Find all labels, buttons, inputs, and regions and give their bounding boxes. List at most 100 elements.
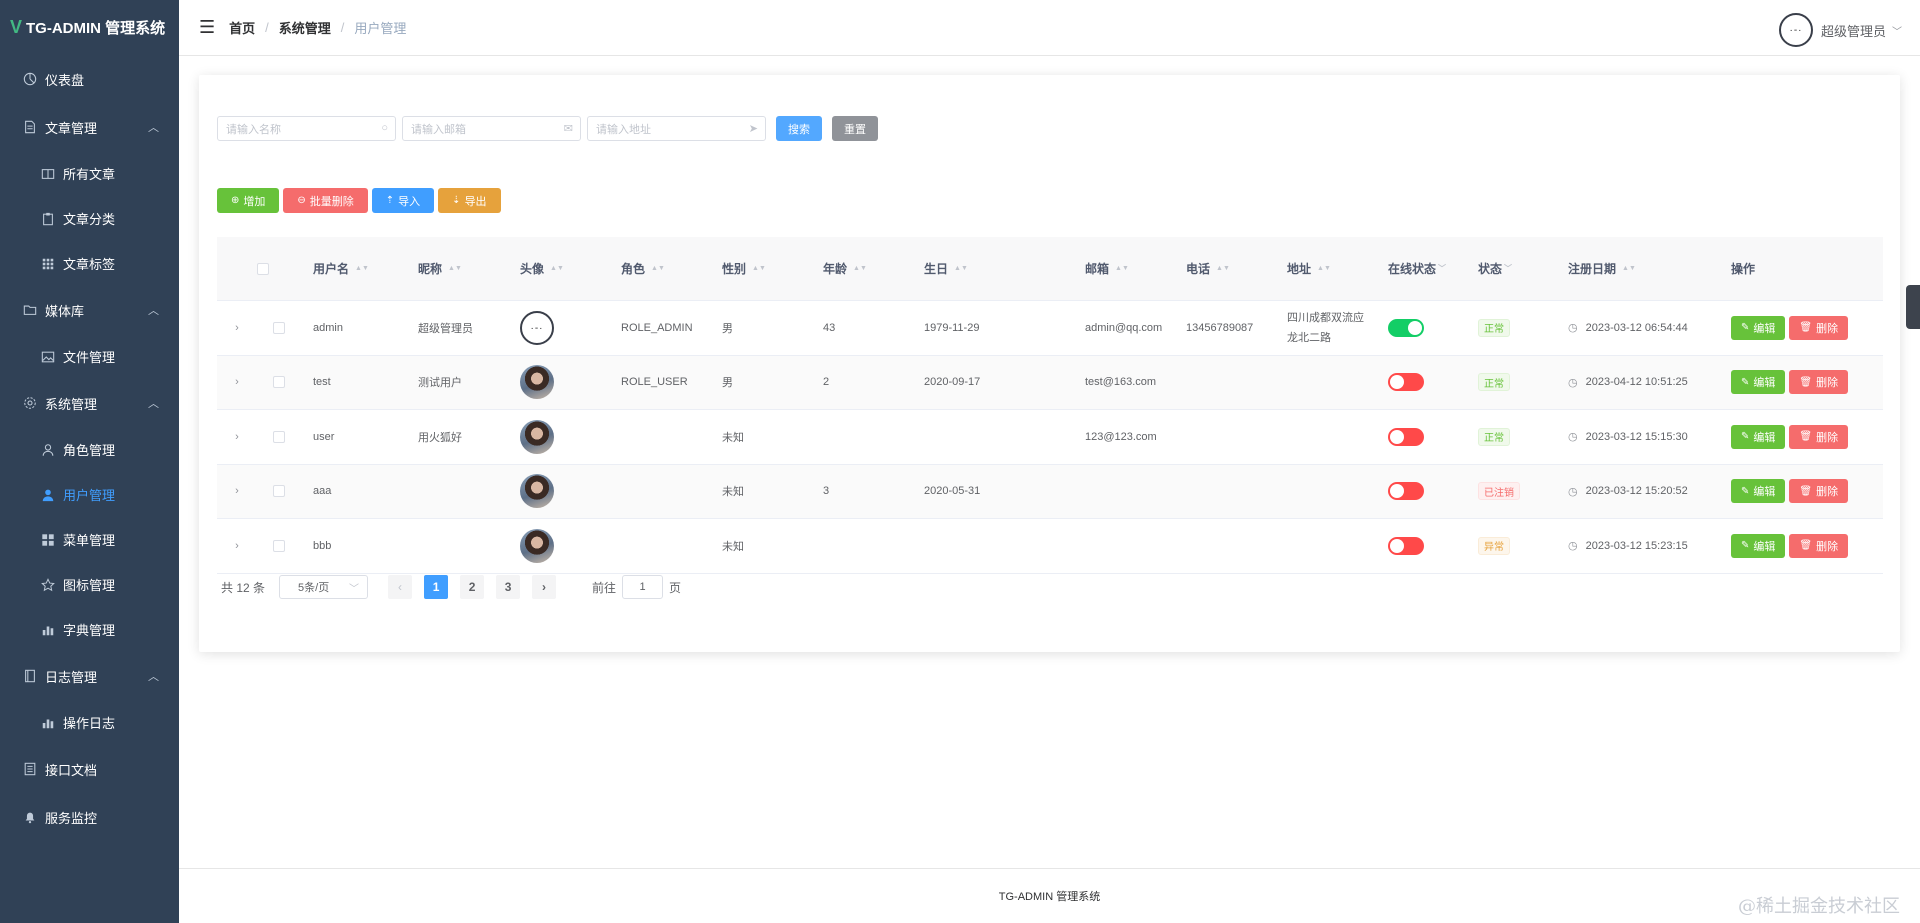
address-search-input[interactable]: 请输入地址 ➤ bbox=[587, 116, 766, 141]
sidebar-item-files[interactable]: 文件管理 bbox=[0, 334, 179, 379]
online-switch[interactable] bbox=[1388, 373, 1424, 392]
breadcrumb-home[interactable]: 首页 bbox=[229, 18, 255, 37]
col-header-avatar[interactable]: 头像 ▲▼ bbox=[520, 260, 621, 277]
folder-icon bbox=[22, 302, 38, 318]
sort-icon[interactable]: ▲▼ bbox=[853, 265, 867, 272]
page-size-select[interactable]: 5条/页 ﹀ bbox=[279, 575, 369, 599]
online-switch[interactable] bbox=[1388, 536, 1424, 555]
add-button[interactable]: ⊕ 增加 bbox=[217, 188, 280, 213]
chevron-right-icon[interactable]: › bbox=[235, 431, 239, 443]
online-switch[interactable] bbox=[1388, 427, 1424, 446]
row-checkbox[interactable] bbox=[273, 376, 285, 389]
sidebar-item-users[interactable]: 用户管理 bbox=[0, 472, 179, 517]
email-search-input[interactable]: 请输入邮箱 ✉ bbox=[402, 116, 581, 141]
edit-button[interactable]: ✎ 编辑 bbox=[1731, 533, 1786, 558]
online-switch[interactable] bbox=[1388, 482, 1424, 501]
app-title: TG-ADMIN 管理系统 bbox=[26, 20, 166, 37]
edit-button[interactable]: ✎ 编辑 bbox=[1731, 370, 1786, 395]
sidebar-item-monitor[interactable]: 服务监控 bbox=[0, 793, 179, 841]
breadcrumb-system[interactable]: 系统管理 bbox=[279, 18, 331, 37]
export-button[interactable]: ⇣ 导出 bbox=[438, 188, 501, 213]
chevron-right-icon[interactable]: › bbox=[235, 540, 239, 552]
prev-page-button[interactable]: ‹ bbox=[388, 575, 413, 599]
edit-button[interactable]: ✎ 编辑 bbox=[1731, 424, 1786, 449]
sidebar-item-all-articles[interactable]: 所有文章 bbox=[0, 151, 179, 196]
sort-icon[interactable]: ▲▼ bbox=[448, 265, 462, 272]
row-checkbox[interactable] bbox=[273, 539, 285, 552]
sidebar-item-roles[interactable]: 角色管理 bbox=[0, 427, 179, 472]
sort-icon[interactable]: ▲▼ bbox=[355, 265, 369, 272]
col-header-online[interactable]: 在线状态 ﹀ bbox=[1388, 260, 1478, 277]
chevron-right-icon[interactable]: › bbox=[235, 485, 239, 497]
hamburger-icon[interactable]: ☰ bbox=[199, 17, 215, 38]
sidebar-item-system[interactable]: 系统管理 ︿ bbox=[0, 379, 179, 427]
select-cell bbox=[257, 539, 313, 552]
delete-button[interactable]: 🗑 删除 bbox=[1789, 533, 1849, 558]
search-button[interactable]: 搜索 bbox=[776, 116, 822, 141]
col-header-created[interactable]: 注册日期 ▲▼ bbox=[1568, 260, 1731, 277]
sidebar-item-dict[interactable]: 字典管理 bbox=[0, 607, 179, 652]
col-header-nickname[interactable]: 昵称 ▲▼ bbox=[418, 260, 520, 277]
page-1-button[interactable]: 1 bbox=[424, 575, 449, 599]
filter-chevron-icon[interactable]: ﹀ bbox=[1438, 263, 1446, 274]
sort-icon[interactable]: ▲▼ bbox=[1115, 265, 1129, 272]
sort-icon[interactable]: ▲▼ bbox=[1317, 265, 1331, 272]
col-header-birthday[interactable]: 生日 ▲▼ bbox=[924, 260, 1085, 277]
name-search-input[interactable]: 请输入名称 ○ bbox=[217, 116, 396, 141]
next-page-button[interactable]: › bbox=[532, 575, 557, 599]
col-header-address[interactable]: 地址 ▲▼ bbox=[1287, 260, 1388, 277]
sidebar-item-logs[interactable]: 日志管理 ︿ bbox=[0, 652, 179, 700]
sidebar-item-articles[interactable]: 文章管理 ︿ bbox=[0, 103, 179, 151]
sort-icon[interactable]: ▲▼ bbox=[1622, 265, 1636, 272]
col-header-username[interactable]: 用户名 ▲▼ bbox=[313, 260, 418, 277]
col-header-role[interactable]: 角色 ▲▼ bbox=[621, 260, 722, 277]
col-header-gender[interactable]: 性别 ▲▼ bbox=[722, 260, 823, 277]
sidebar-item-icons[interactable]: 图标管理 bbox=[0, 562, 179, 607]
col-header-status[interactable]: 状态 ﹀ bbox=[1478, 260, 1568, 277]
row-checkbox[interactable] bbox=[273, 485, 285, 498]
delete-button[interactable]: 🗑 删除 bbox=[1789, 424, 1849, 449]
batch-delete-button[interactable]: ⊖ 批量删除 bbox=[283, 188, 368, 213]
delete-button[interactable]: 🗑 删除 bbox=[1789, 315, 1849, 340]
col-header-age[interactable]: 年龄 ▲▼ bbox=[823, 260, 924, 277]
chevron-right-icon[interactable]: › bbox=[235, 376, 239, 388]
col-header-phone[interactable]: 电话 ▲▼ bbox=[1186, 260, 1287, 277]
import-button[interactable]: ⇡ 导入 bbox=[371, 188, 435, 213]
cell-age: 43 bbox=[823, 321, 836, 334]
page-2-button[interactable]: 2 bbox=[460, 575, 485, 599]
sort-icon[interactable]: ▲▼ bbox=[954, 265, 968, 272]
sidebar-item-article-tags[interactable]: 文章标签 bbox=[0, 241, 179, 286]
page-3-button[interactable]: 3 bbox=[496, 575, 521, 599]
settings-drawer-handle[interactable] bbox=[1906, 285, 1920, 329]
filter-chevron-icon[interactable]: ﹀ bbox=[1504, 263, 1512, 274]
sidebar-item-menus[interactable]: 菜单管理 bbox=[0, 517, 179, 562]
bar-chart-icon bbox=[40, 622, 56, 638]
sidebar-item-dashboard[interactable]: 仪表盘 bbox=[0, 55, 179, 103]
user-dropdown[interactable]: ·-· 超级管理员 ﹀ bbox=[1778, 13, 1902, 47]
row-checkbox[interactable] bbox=[273, 430, 285, 443]
goto-suffix: 页 bbox=[669, 580, 682, 595]
sort-icon[interactable]: ▲▼ bbox=[550, 265, 564, 272]
status-badge: 异常 bbox=[1478, 536, 1510, 555]
sidebar-item-api-docs[interactable]: 接口文档 bbox=[0, 745, 179, 793]
col-header-email[interactable]: 邮箱 ▲▼ bbox=[1085, 260, 1186, 277]
sort-icon[interactable]: ▲▼ bbox=[752, 265, 766, 272]
sort-icon[interactable]: ▲▼ bbox=[651, 265, 665, 272]
goto-page-input[interactable]: 1 bbox=[622, 575, 664, 599]
delete-button[interactable]: 🗑 删除 bbox=[1789, 370, 1849, 395]
online-switch[interactable] bbox=[1388, 318, 1424, 337]
app-logo[interactable]: V TG-ADMIN 管理系统 bbox=[0, 0, 179, 55]
sidebar-item-media[interactable]: 媒体库 ︿ bbox=[0, 286, 179, 334]
reset-button[interactable]: 重置 bbox=[832, 116, 878, 141]
sidebar-item-operation-log[interactable]: 操作日志 bbox=[0, 700, 179, 745]
sidebar-item-article-category[interactable]: 文章分类 bbox=[0, 196, 179, 241]
sort-icon[interactable]: ▲▼ bbox=[1216, 265, 1230, 272]
switch-knob bbox=[1390, 484, 1404, 499]
select-all-checkbox[interactable] bbox=[257, 262, 269, 275]
sidebar-item-label: 仪表盘 bbox=[45, 72, 85, 88]
edit-button[interactable]: ✎ 编辑 bbox=[1731, 479, 1786, 504]
chevron-right-icon[interactable]: › bbox=[235, 322, 239, 334]
delete-button[interactable]: 🗑 删除 bbox=[1789, 479, 1849, 504]
edit-button[interactable]: ✎ 编辑 bbox=[1731, 315, 1786, 340]
row-checkbox[interactable] bbox=[273, 321, 285, 334]
